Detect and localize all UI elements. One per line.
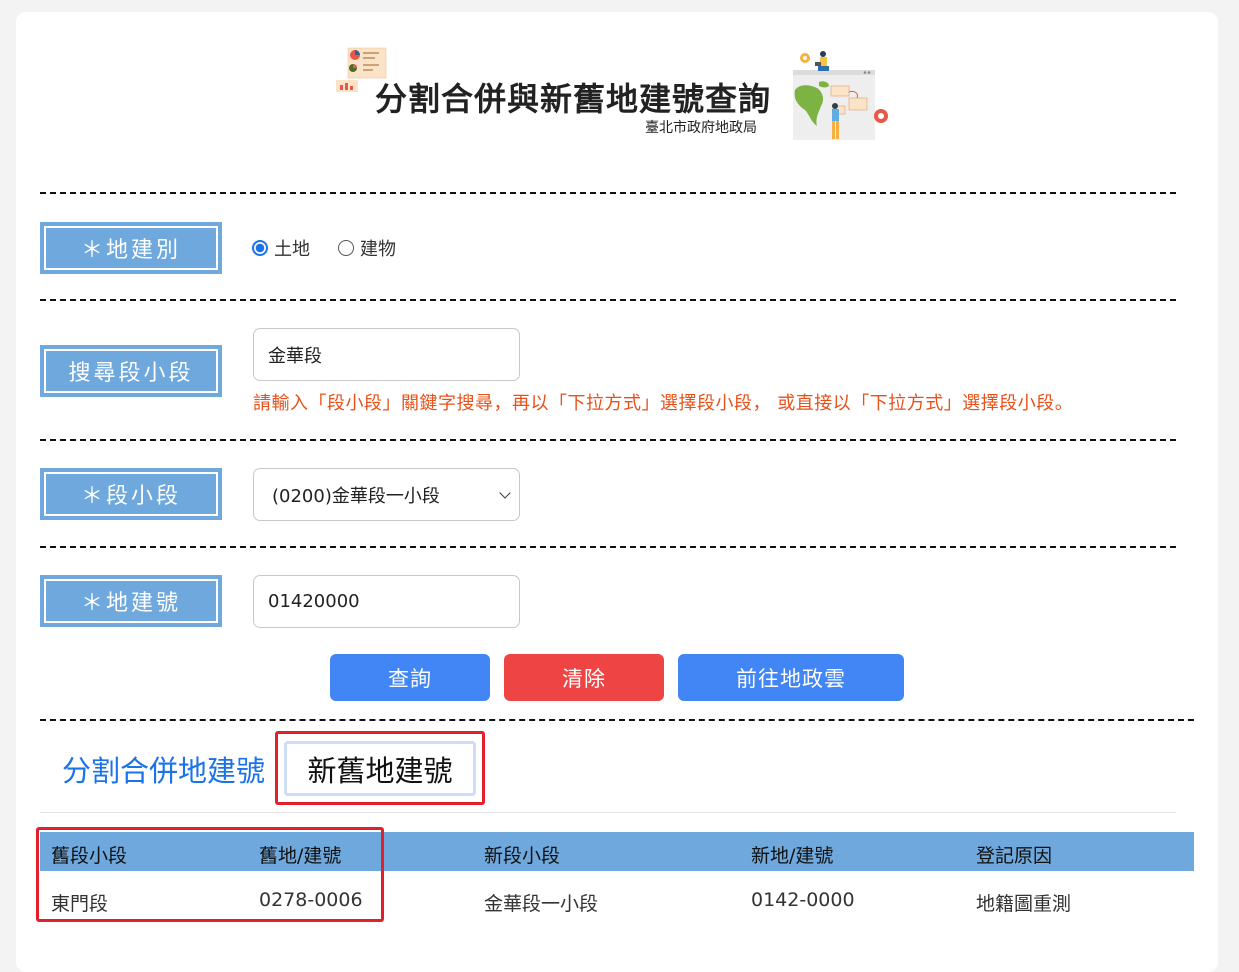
- land-radio-label[interactable]: 土地: [274, 235, 310, 261]
- page-title: 分割合併與新舊地建號查詢: [375, 80, 772, 118]
- query-button[interactable]: 查詢: [330, 654, 490, 701]
- search-hint: 請輸入「段小段」關鍵字搜尋，再以「下拉方式」選擇段小段， 或直接以「下拉方式」選…: [253, 393, 1074, 414]
- table-cell: 0142-0000: [751, 889, 855, 911]
- section-select[interactable]: (0200)金華段一小段: [253, 468, 520, 521]
- separator: [40, 192, 1176, 194]
- land-cloud-button[interactable]: 前往地政雲: [678, 654, 904, 701]
- search-input[interactable]: 金華段: [253, 328, 520, 381]
- building-radio-label[interactable]: 建物: [360, 235, 396, 261]
- number-label: ＊地建號: [40, 575, 222, 627]
- page-subtitle: 臺北市政府地政局: [645, 120, 757, 136]
- separator: [40, 299, 1176, 301]
- highlight-box: [36, 827, 384, 922]
- search-label: 搜尋段小段: [40, 345, 222, 397]
- table-cell: 地籍圖重測: [976, 893, 1072, 915]
- tab-split-merge[interactable]: 分割合併地建號: [62, 748, 265, 790]
- tab-divider: [40, 812, 1176, 813]
- section-select-value: (0200)金華段一小段: [272, 485, 440, 507]
- clear-button[interactable]: 清除: [504, 654, 664, 701]
- chevron-down-icon: [499, 487, 511, 499]
- type-radio-group: 土地 建物: [252, 235, 424, 261]
- building-radio[interactable]: [338, 240, 354, 256]
- column-header: 登記原因: [976, 845, 1053, 867]
- type-label: ＊地建別: [40, 222, 222, 274]
- section-label: ＊段小段: [40, 468, 222, 520]
- number-input[interactable]: 01420000: [253, 575, 520, 628]
- land-radio[interactable]: [252, 240, 268, 256]
- column-header: 新段小段: [484, 845, 561, 867]
- highlight-box: [275, 731, 485, 805]
- separator: [40, 439, 1176, 441]
- separator: [40, 719, 1194, 721]
- people-map-illustration: [793, 51, 888, 140]
- column-header: 新地/建號: [751, 845, 834, 867]
- separator: [40, 546, 1176, 548]
- table-cell: 金華段一小段: [484, 893, 599, 915]
